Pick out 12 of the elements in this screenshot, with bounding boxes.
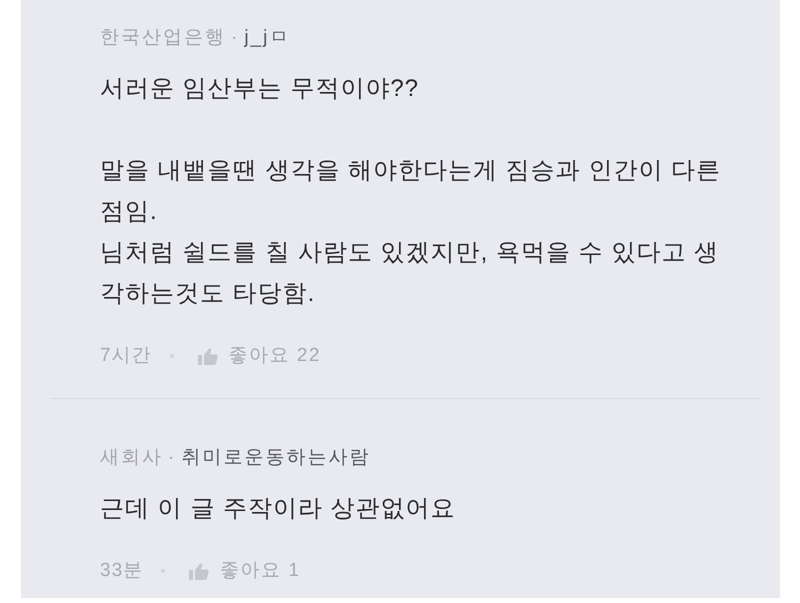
comment-text: 근데 이 글 주작이라 상관없어요 bbox=[100, 494, 457, 524]
thumbs-up-icon bbox=[198, 348, 218, 364]
author-separator: · bbox=[231, 26, 240, 50]
author-separator: · bbox=[168, 446, 176, 470]
company-name: 새회사 bbox=[100, 446, 163, 470]
author-nickname[interactable]: 취미로운동하는사람 bbox=[181, 446, 370, 470]
company-name: 한국산업은행 bbox=[100, 26, 226, 50]
thumbs-up-icon bbox=[189, 562, 210, 580]
comment-time: 7시간 bbox=[100, 344, 152, 368]
comment-time: 33분 bbox=[100, 559, 144, 583]
comment-text: 서러운 임산부는 무적이야?? 말을 내뱉을땐 생각을 해야한다는게 짐승과 인간이 다른 점임. 님처럼 쉴드를 칠 사람도 있겠지만, 욕먹을 수 있다고 생각하는것도 타당함. bbox=[100, 74, 722, 309]
author-nickname[interactable]: j_jㅁ bbox=[244, 26, 290, 50]
